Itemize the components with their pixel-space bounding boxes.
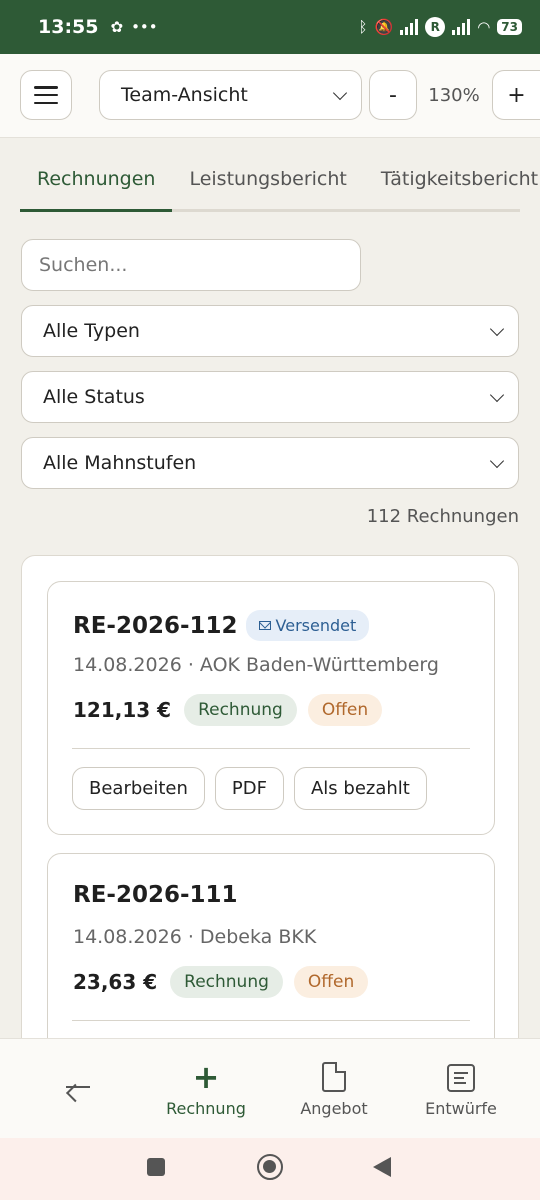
drafts-nav-button[interactable]: Entwürfe [401,1039,521,1139]
invoice-card[interactable]: RE-2026-112 Versendet 14.08.2026 · AOK B… [47,581,495,835]
chevron-down-icon [489,321,505,336]
new-invoice-label: Rechnung [166,1098,246,1118]
invoice-status-badge: Offen [293,966,369,998]
invoice-actions: Bearbeiten PDF Als bezahlt [72,767,427,810]
roaming-badge: R [425,17,446,37]
top-toolbar: Team-Ansicht - 130% + [0,54,540,138]
arrow-left-icon [63,1070,93,1104]
status-filter-select[interactable]: Alle Status [21,371,519,423]
invoice-number: RE-2026-111 [73,882,238,908]
document-icon [319,1061,349,1095]
status-bar: 13:55 ✿ ••• ᛒ 🔕 R ◠ 73 [0,0,540,54]
drafts-label: Entwürfe [425,1098,497,1118]
zoom-out-button[interactable]: - [369,70,417,120]
card-divider [72,748,470,749]
bluetooth-icon: ᛒ [358,18,368,36]
invoice-list: RE-2026-112 Versendet 14.08.2026 · AOK B… [21,555,519,1038]
result-count: 112 Rechnungen [366,506,519,527]
battery-icon: 73 [497,19,522,35]
back-triangle-icon[interactable] [373,1157,391,1177]
chevron-down-icon [489,387,505,402]
edit-button[interactable]: Bearbeiten [72,767,205,810]
new-invoice-nav-button[interactable]: + Rechnung [146,1039,266,1139]
menu-button[interactable] [20,70,72,120]
bottom-nav: + Rechnung Angebot Entwürfe [0,1038,540,1138]
invoice-date-customer: 14.08.2026 · Debeka BKK [73,926,317,948]
tab-service-report[interactable]: Leistungsbericht [172,168,363,209]
leaf-notification-icon: ✿ [110,18,124,36]
offer-nav-button[interactable]: Angebot [274,1039,394,1139]
type-filter-value: Alle Typen [43,320,140,342]
invoice-title-row: RE-2026-112 Versendet [73,610,370,641]
sent-badge: Versendet [245,610,370,641]
drafts-icon [446,1061,476,1095]
type-filter-select[interactable]: Alle Typen [21,305,519,357]
mute-icon: 🔕 [374,18,394,36]
main-content: Rechnungen Leistungsbericht Tätigkeitsbe… [0,138,540,1038]
invoice-number: RE-2026-112 [73,612,238,639]
invoice-status-badge: Offen [307,694,383,726]
tab-activity-report[interactable]: Tätigkeitsbericht [364,168,540,209]
signal-icon [400,19,419,35]
back-nav-button[interactable] [40,1039,116,1139]
home-icon[interactable] [257,1154,283,1180]
more-notifications-icon: ••• [131,18,158,36]
card-divider [72,1020,470,1021]
zoom-in-button[interactable]: + [492,70,540,120]
system-nav-bar [0,1138,540,1200]
invoice-card[interactable]: RE-2026-111 14.08.2026 · Debeka BKK 23,6… [47,853,495,1038]
dunning-filter-value: Alle Mahnstufen [43,452,197,474]
offer-label: Angebot [300,1098,368,1118]
view-select-value: Team-Ansicht [121,84,248,106]
hamburger-icon [34,86,58,104]
mail-icon [258,621,271,630]
invoice-meta-row: 23,63 € Rechnung Offen [73,966,369,998]
plus-icon: + [192,1057,220,1096]
chevron-down-icon [489,453,505,468]
invoice-type-badge: Rechnung [170,966,283,998]
invoice-date-customer: 14.08.2026 · AOK Baden-Württemberg [73,654,439,676]
status-time: 13:55 [38,16,99,38]
wifi-icon: ◠ [477,18,491,36]
invoice-amount: 23,63 € [73,970,158,994]
chevron-down-icon [332,85,348,100]
search-input[interactable]: Suchen... [21,239,361,291]
signal-icon-2 [452,19,471,35]
pdf-button[interactable]: PDF [214,767,284,810]
invoice-title-row: RE-2026-111 [73,882,238,908]
zoom-level: 130% [428,84,480,106]
invoice-amount: 121,13 € [73,698,172,722]
view-select[interactable]: Team-Ansicht [99,70,362,120]
dunning-filter-select[interactable]: Alle Mahnstufen [21,437,519,489]
mark-paid-button[interactable]: Als bezahlt [293,767,427,810]
tab-invoices[interactable]: Rechnungen [20,168,173,212]
recents-icon[interactable] [147,1158,165,1176]
status-filter-value: Alle Status [43,386,145,408]
tab-bar: Rechnungen Leistungsbericht Tätigkeitsbe… [20,168,538,212]
sent-badge-label: Versendet [275,616,357,635]
invoice-meta-row: 121,13 € Rechnung Offen [73,694,383,726]
invoice-type-badge: Rechnung [184,694,297,726]
